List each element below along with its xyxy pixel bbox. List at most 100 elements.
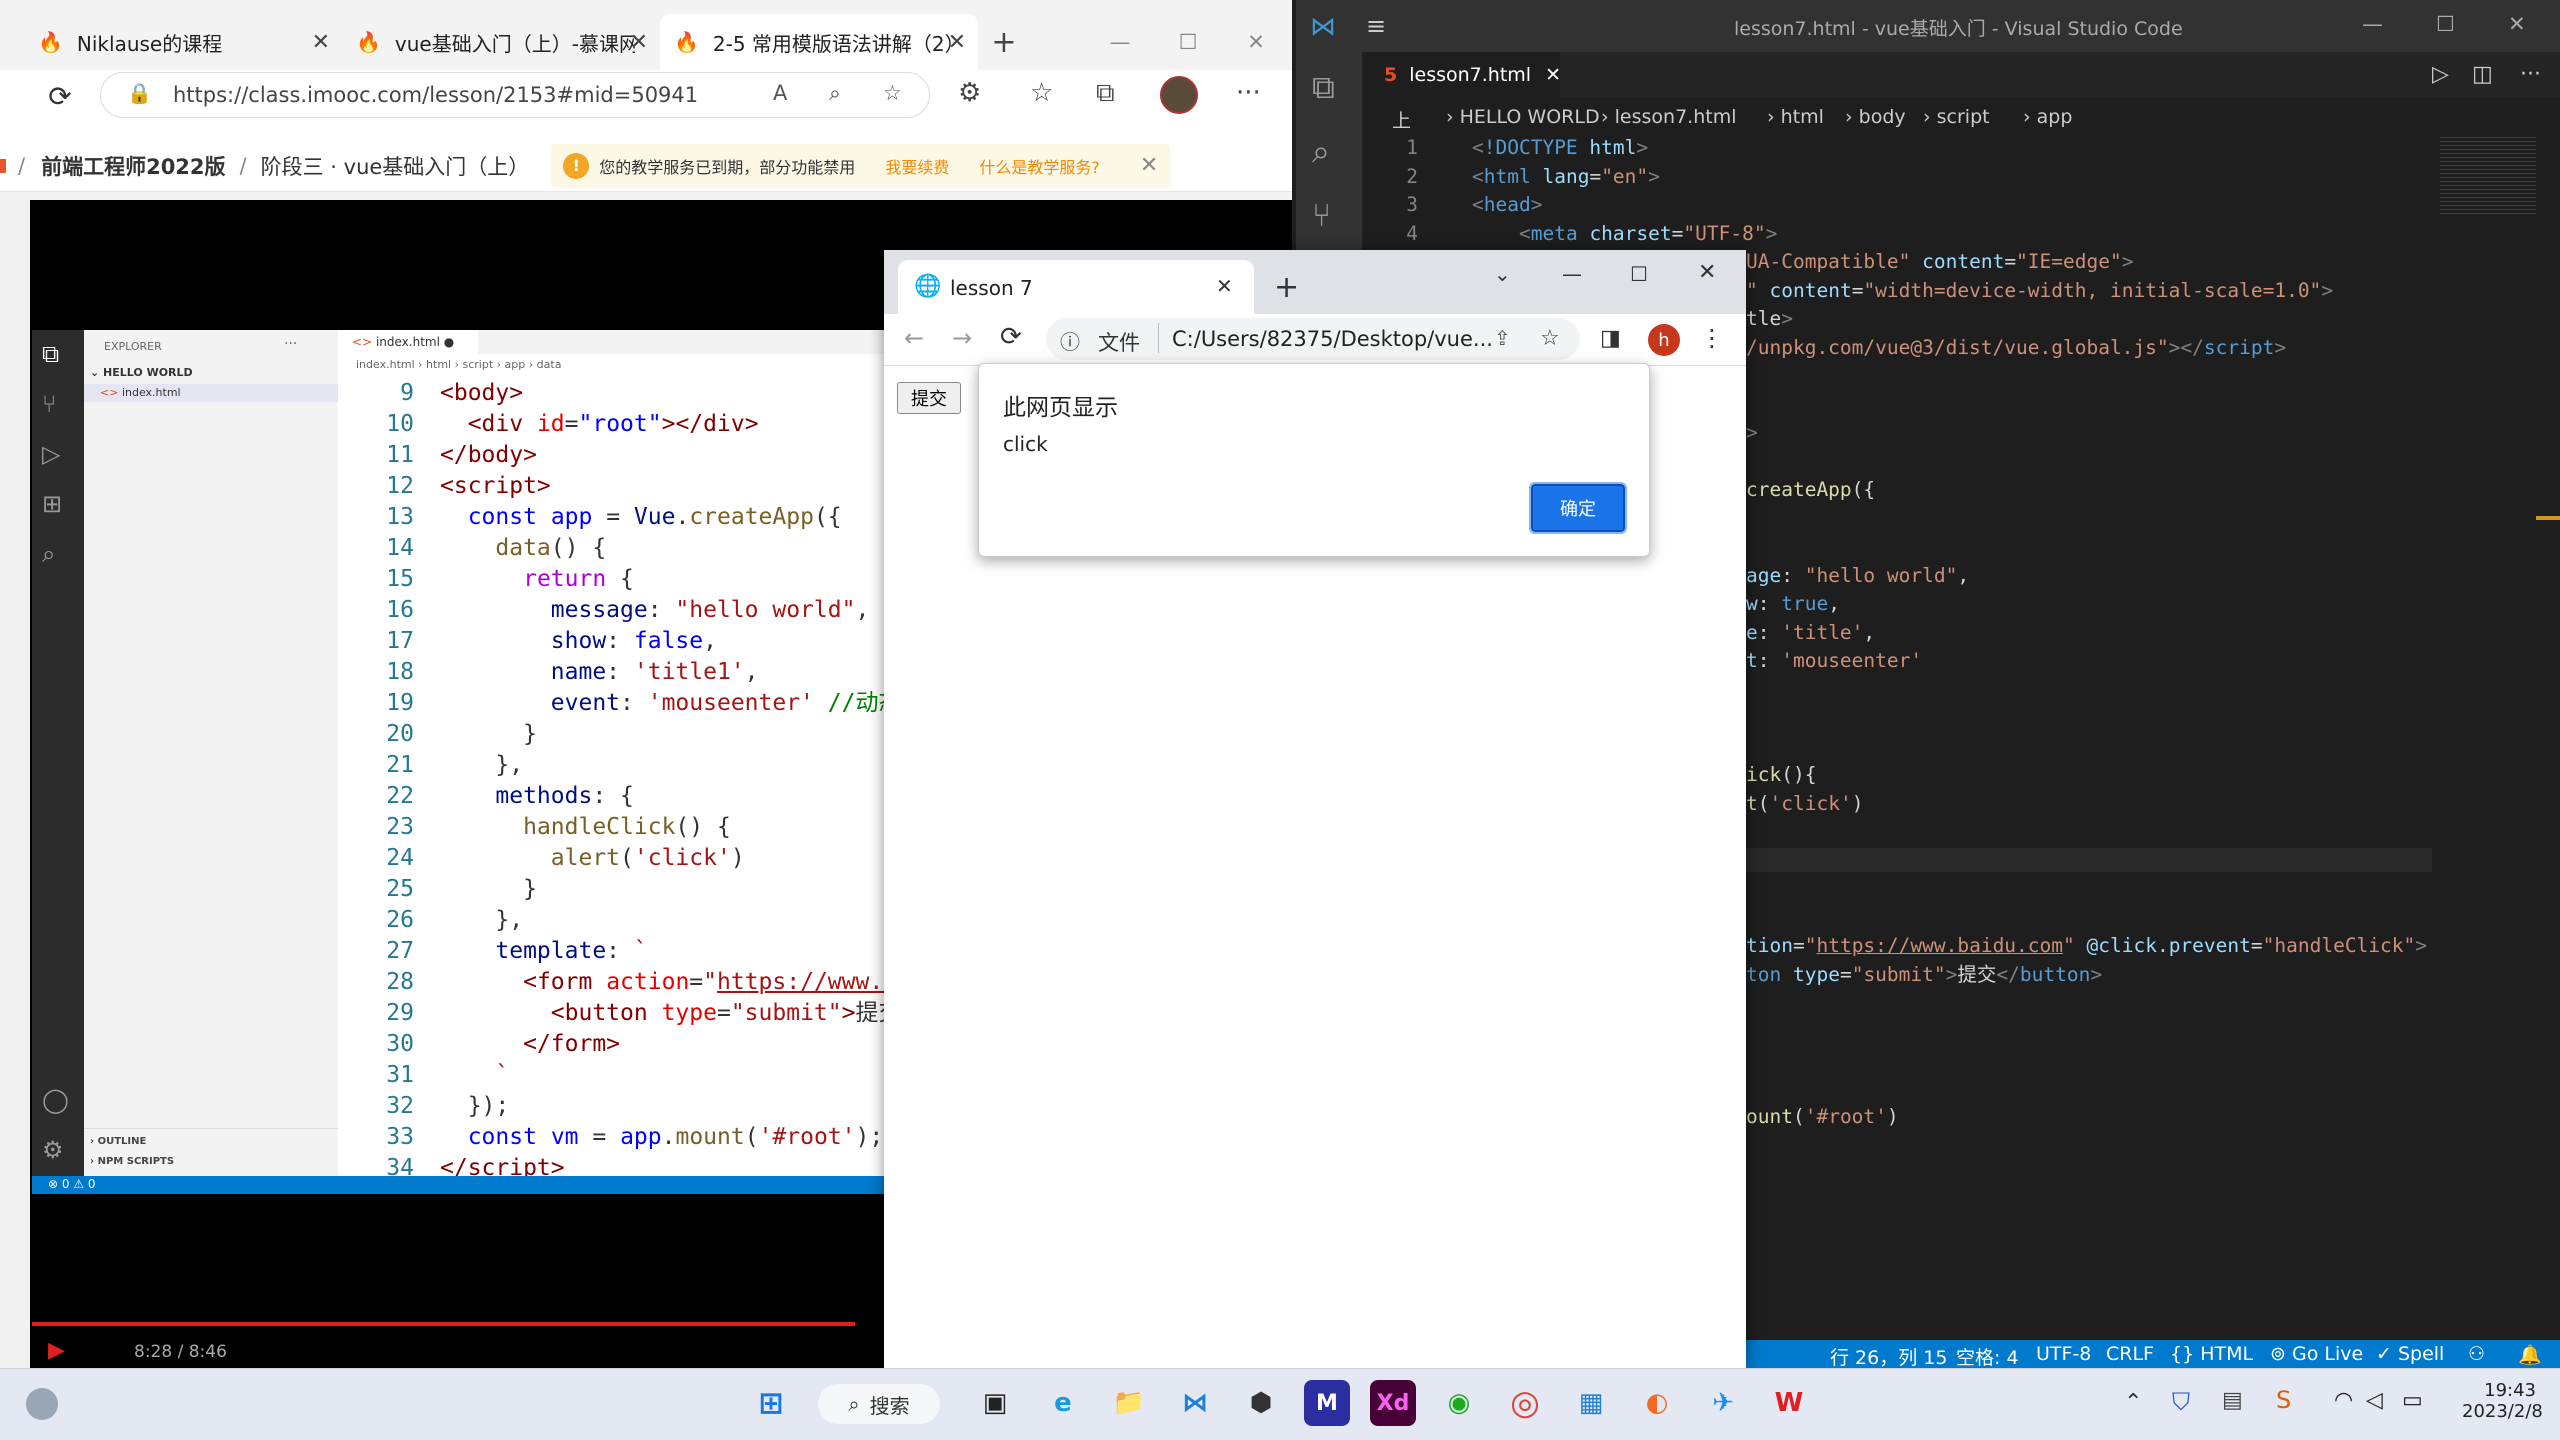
close-icon[interactable]: ✕ xyxy=(1545,64,1561,86)
address-bar[interactable]: 🔒 https://class.imooc.com/lesson/2153#mi… xyxy=(100,72,930,118)
code-line-fragment: UA-Compatible" content="IE=edge"> xyxy=(1746,250,2134,273)
source-control-icon[interactable]: ⑂ xyxy=(1312,196,1331,234)
vscode-icon[interactable]: ⋈ xyxy=(1172,1380,1218,1426)
chrome-omnibox[interactable]: ⓘ 文件 C:/Users/82375/Desktop/vue... ⇪ ☆ xyxy=(1046,318,1580,360)
video-progress-bar[interactable] xyxy=(32,1322,855,1326)
edge-icon[interactable]: e xyxy=(1040,1380,1086,1426)
alert-ok-button[interactable]: 确定 xyxy=(1529,482,1627,534)
feishu-icon[interactable]: ✈ xyxy=(1700,1380,1746,1426)
edge-tab-2[interactable]: 🔥 vue基础入门（上）-慕课网 ✕ xyxy=(342,22,660,62)
breadcrumb-item[interactable]: › script xyxy=(1923,106,1990,128)
minimize-button[interactable]: — xyxy=(1562,262,1582,286)
play-icon[interactable]: ▶ xyxy=(48,1338,65,1363)
taskbar-search[interactable]: ⌕ 搜索 xyxy=(818,1384,940,1424)
info-icon[interactable]: ⓘ xyxy=(1060,326,1080,355)
sogou-icon[interactable]: S xyxy=(2276,1386,2291,1414)
crumb-course[interactable]: 前端工程师2022版 xyxy=(41,151,225,181)
read-aloud-icon[interactable]: A xyxy=(773,81,787,105)
profile-avatar[interactable] xyxy=(1160,76,1198,114)
renew-link[interactable]: 我要续费 xyxy=(885,154,949,178)
close-icon[interactable]: ✕ xyxy=(948,30,966,55)
spell-status[interactable]: ✓ Spell xyxy=(2376,1343,2444,1365)
code-line: <head> xyxy=(1472,193,1543,216)
wifi-icon[interactable]: ◠ xyxy=(2334,1388,2353,1413)
profile-avatar[interactable]: h xyxy=(1648,324,1680,356)
collections-icon[interactable]: ⧉ xyxy=(1096,78,1115,109)
maximize-button[interactable]: ☐ xyxy=(1630,262,1648,286)
maximize-button[interactable]: ☐ xyxy=(2436,12,2455,36)
compass-icon[interactable]: ◐ xyxy=(1634,1380,1680,1426)
new-tab-button[interactable]: + xyxy=(984,22,1024,62)
breadcrumb-item[interactable]: 上 xyxy=(1392,106,1411,133)
share-icon[interactable]: ⇪ xyxy=(1494,326,1511,350)
more-icon[interactable]: ··· xyxy=(1236,78,1261,108)
run-icon[interactable]: ▷ xyxy=(2432,62,2449,87)
extensions-icon[interactable]: ⚙ xyxy=(958,78,981,108)
crumb-stage[interactable]: 阶段三 · vue基础入门（上） xyxy=(261,151,530,181)
edge-tab-3-active[interactable]: 🔥 2-5 常用模版语法讲解（2） ✕ xyxy=(660,14,978,70)
file-explorer-icon[interactable]: 📁 xyxy=(1106,1380,1152,1426)
breadcrumb-item[interactable]: › body xyxy=(1845,106,1906,128)
indentation[interactable]: 空格: 4 xyxy=(1956,1343,2019,1370)
zoom-icon[interactable]: ⌕ xyxy=(829,81,841,106)
submit-button[interactable]: 提交 xyxy=(897,382,961,414)
minimize-button[interactable]: — xyxy=(1100,22,1140,62)
bell-icon[interactable]: 🔔 xyxy=(2518,1343,2542,1366)
battery-icon[interactable]: ▭ xyxy=(2402,1388,2423,1413)
encoding[interactable]: UTF-8 xyxy=(2036,1343,2091,1365)
new-tab-button[interactable]: + xyxy=(1274,270,1299,305)
shield-icon[interactable]: ⛉ xyxy=(2172,1388,2190,1416)
maximize-button[interactable]: ☐ xyxy=(1168,22,1208,62)
refresh-icon[interactable]: ⟳ xyxy=(1000,322,1022,352)
editor-tab-active[interactable]: 5 lesson7.html ✕ xyxy=(1362,52,1561,98)
star-icon[interactable]: ☆ xyxy=(1540,326,1560,351)
modeling-app-icon[interactable]: M xyxy=(1304,1380,1350,1426)
account-icon[interactable]: ⚇ xyxy=(2468,1343,2485,1365)
tray-chevron-icon[interactable]: ⌃ xyxy=(2124,1390,2142,1415)
unity-icon[interactable]: ⬢ xyxy=(1238,1380,1284,1426)
close-icon[interactable]: ✕ xyxy=(1216,274,1233,298)
adobe-xd-icon[interactable]: Xd xyxy=(1370,1380,1416,1426)
favorite-add-icon[interactable]: ☆ xyxy=(883,81,902,105)
chevron-down-icon[interactable]: ⌄ xyxy=(1494,262,1511,286)
refresh-icon[interactable]: ⟳ xyxy=(40,76,80,116)
calculator-icon[interactable]: ▦ xyxy=(1568,1380,1614,1426)
eol[interactable]: CRLF xyxy=(2106,1343,2154,1365)
more-icon[interactable]: ⋮ xyxy=(1700,324,1724,352)
breadcrumb-item[interactable]: › html xyxy=(1767,106,1824,128)
chrome-icon[interactable]: ◎ xyxy=(1502,1380,1548,1426)
forward-icon[interactable]: → xyxy=(952,324,972,352)
wechat-icon[interactable]: ◉ xyxy=(1436,1380,1482,1426)
chrome-tab[interactable]: 🌐 lesson 7 ✕ xyxy=(898,260,1254,314)
search-icon[interactable]: ⌕ xyxy=(1312,132,1330,171)
wps-icon[interactable]: W xyxy=(1766,1380,1812,1426)
breadcrumb-item[interactable]: › HELLO WORLD xyxy=(1446,106,1600,128)
cursor-position[interactable]: 行 26，列 15 xyxy=(1830,1343,1947,1370)
breadcrumb-item[interactable]: › lesson7.html xyxy=(1601,106,1736,128)
ime-icon[interactable]: ▤ xyxy=(2222,1388,2243,1413)
widgets-icon[interactable] xyxy=(26,1388,58,1420)
close-icon[interactable]: ✕ xyxy=(312,30,330,55)
clock[interactable]: 19:43 2023/2/8 xyxy=(2462,1380,2543,1422)
side-panel-icon[interactable]: ◨ xyxy=(1600,326,1621,351)
favorites-icon[interactable]: ☆ xyxy=(1030,78,1053,108)
split-editor-icon[interactable]: ◫ xyxy=(2472,62,2493,87)
back-icon[interactable]: ← xyxy=(904,324,924,352)
windows-start-icon[interactable]: ⊞ xyxy=(748,1380,794,1426)
task-view-icon[interactable]: ▣ xyxy=(972,1380,1018,1426)
breadcrumb-item[interactable]: › app xyxy=(2023,106,2072,128)
edge-tab-1[interactable]: 🔥 Niklause的课程 ✕ xyxy=(24,22,342,62)
explorer-icon[interactable]: ⧉ xyxy=(1312,68,1335,107)
menu-icon[interactable]: ≡ xyxy=(1366,12,1386,40)
language-mode[interactable]: {} HTML xyxy=(2170,1343,2253,1365)
more-icon[interactable]: ··· xyxy=(2520,62,2541,87)
what-is-service-link[interactable]: 什么是教学服务? xyxy=(979,154,1100,178)
golive-status[interactable]: ⊚ Go Live xyxy=(2270,1343,2363,1365)
close-window-button[interactable]: ✕ xyxy=(2508,12,2526,36)
close-window-button[interactable]: ✕ xyxy=(1698,260,1716,285)
close-icon[interactable]: ✕ xyxy=(630,30,648,55)
minimize-button[interactable]: — xyxy=(2362,12,2383,36)
close-icon[interactable]: ✕ xyxy=(1140,153,1158,178)
close-window-button[interactable]: ✕ xyxy=(1236,22,1276,62)
volume-icon[interactable]: ◁ xyxy=(2366,1388,2383,1413)
